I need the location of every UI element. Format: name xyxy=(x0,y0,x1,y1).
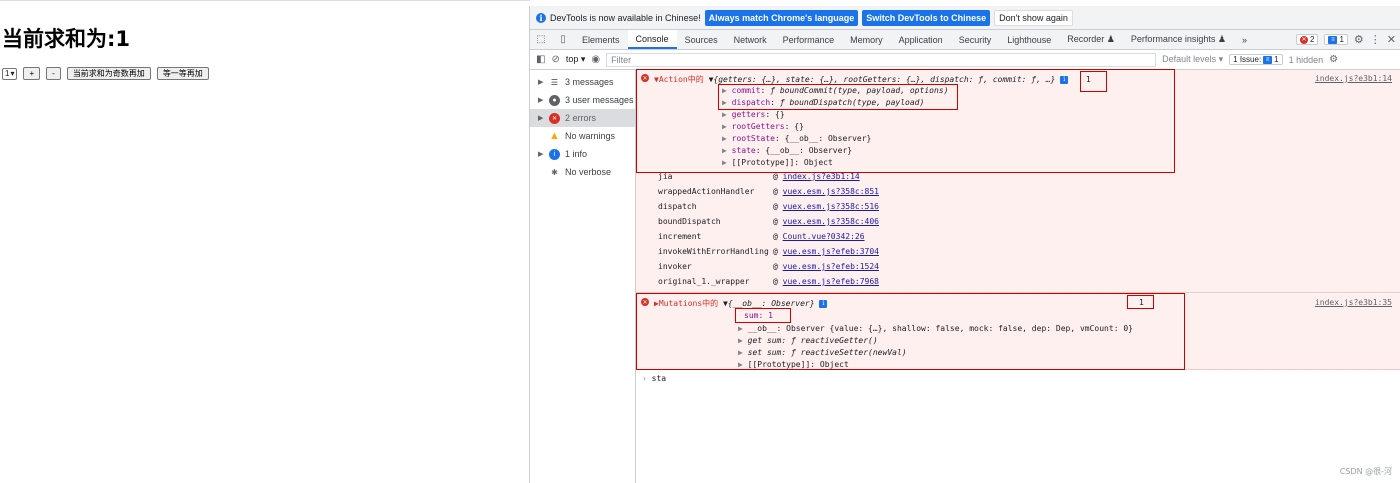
console-input[interactable]: sta xyxy=(652,374,666,383)
source-link[interactable]: index.js?e3b1:14 xyxy=(1315,74,1392,83)
close-icon[interactable]: ✕ xyxy=(1387,33,1396,46)
dont-show-again-button[interactable]: Don't show again xyxy=(994,9,1073,26)
warning-icon: ▲ xyxy=(549,130,560,142)
message-icon: ≡ xyxy=(1328,35,1338,44)
annotation-box-value xyxy=(1127,295,1154,309)
stack-frame: invokeWithErrorHandling @ vue.esm.js?efeb… xyxy=(658,247,879,256)
tab-recorder[interactable]: Recorder ♟ xyxy=(1059,30,1123,49)
infobar-text: DevTools is now available in Chinese! xyxy=(550,12,701,23)
tab-application[interactable]: Application xyxy=(891,30,951,49)
sidebar-item-verbose[interactable]: ✱ No verbose xyxy=(530,163,635,181)
tab-memory[interactable]: Memory xyxy=(842,30,891,49)
expand-arrow-icon: ▶ xyxy=(538,115,544,122)
error-icon: ✕ xyxy=(549,112,560,124)
error-icon: ✕ xyxy=(1300,35,1308,44)
kebab-menu-icon[interactable]: ⋮ xyxy=(1370,33,1381,46)
gear-icon[interactable]: ⚙ xyxy=(1354,33,1364,46)
list-icon: ☰ xyxy=(550,77,559,87)
tab-console[interactable]: Console xyxy=(627,30,677,49)
stack-frame: invoker @ vue.esm.js?efeb:1524 xyxy=(658,262,879,271)
tab-performance[interactable]: Performance xyxy=(775,30,843,49)
expand-arrow-icon: ▶ xyxy=(538,151,544,158)
levels-dropdown[interactable]: Default levels ▾ xyxy=(1162,54,1223,65)
info-icon: i xyxy=(536,12,546,23)
watermark: CSDN @很-河 xyxy=(1339,467,1392,476)
error-count-badge[interactable]: ✕ 2 xyxy=(1296,34,1319,45)
stack-frame: increment @ Count.vue?0342:26 xyxy=(658,232,865,241)
console-error-message-action[interactable]: ✕ ▼Action中的 ▼{getters: {…}, state: {…}, … xyxy=(636,69,1400,293)
tab-lighthouse[interactable]: Lighthouse xyxy=(999,30,1059,49)
sidebar-toggle-icon[interactable]: ◧ xyxy=(536,54,545,65)
clear-console-icon[interactable]: ⊘ xyxy=(551,54,559,65)
stack-frame: dispatch @ vuex.esm.js?358c:516 xyxy=(658,202,879,211)
match-language-button[interactable]: Always match Chrome's language xyxy=(704,9,859,26)
filter-input[interactable]: Filter xyxy=(606,52,1157,67)
annotation-box-value xyxy=(1080,71,1107,92)
issues-button[interactable]: 1 Issue: ≡ 1 xyxy=(1229,54,1283,65)
tab-elements[interactable]: Elements xyxy=(574,30,628,49)
inspect-icon[interactable]: ⬚ xyxy=(530,30,552,49)
console-output: ✕ ▼Action中的 ▼{getters: {…}, state: {…}, … xyxy=(636,69,1400,483)
console-prompt[interactable]: › sta xyxy=(642,374,666,383)
sidebar-item-warnings[interactable]: ▲ No warnings xyxy=(530,127,635,145)
stack-frame: boundDispatch @ vuex.esm.js?358c:406 xyxy=(658,217,879,226)
tabbar-right: ✕ 2 ≡ 1 ⚙ ⋮ ✕ xyxy=(1296,30,1400,49)
device-toggle-icon[interactable]: ▯ xyxy=(552,30,574,49)
tab-network[interactable]: Network xyxy=(726,30,775,49)
stack-frame: jia @ index.js?e3b1:14 xyxy=(658,172,860,181)
sidebar-item-messages[interactable]: ▶ ☰ 3 messages xyxy=(530,73,635,91)
console-toolbar: ◧ ⊘ top ▾ ◉ Filter Default levels ▾ 1 Is… xyxy=(530,50,1400,70)
odd-increment-button[interactable]: 当前求和为奇数再加 xyxy=(66,67,151,80)
app-page: 当前求和为:1 1 ▾ + - 当前求和为奇数再加 等一等再加 xyxy=(0,0,530,483)
expand-arrow-icon: ▶ xyxy=(538,79,544,86)
more-tabs-button[interactable]: » xyxy=(1234,30,1255,49)
sidebar-item-errors[interactable]: ▶ ✕ 2 errors xyxy=(530,109,635,127)
devtools-panel: i DevTools is now available in Chinese! … xyxy=(529,6,1400,483)
console-settings-icon[interactable]: ⚙ xyxy=(1329,54,1338,65)
counter-controls: 1 ▾ + - 当前求和为奇数再加 等一等再加 xyxy=(2,67,209,80)
annotation-box-mutation xyxy=(636,293,1185,370)
devtools-tabbar: ⬚ ▯ Elements Console Sources Network Per… xyxy=(530,30,1400,50)
sum-heading: 当前求和为:1 xyxy=(2,27,131,51)
tab-sources[interactable]: Sources xyxy=(677,30,726,49)
sidebar-item-info[interactable]: ▶ i 1 info xyxy=(530,145,635,163)
annotation-box-commit-dispatch xyxy=(718,84,958,110)
tab-performance-insights[interactable]: Performance insights ♟ xyxy=(1123,30,1234,49)
user-icon: ● xyxy=(549,94,560,106)
wait-increment-button[interactable]: 等一等再加 xyxy=(156,67,209,80)
switch-language-button[interactable]: Switch DevTools to Chinese xyxy=(862,9,991,26)
chevron-down-icon: ▾ xyxy=(10,68,15,78)
source-link[interactable]: index.js?e3b1:35 xyxy=(1315,298,1392,307)
increment-button[interactable]: + xyxy=(23,67,41,80)
console-main: ▶ ☰ 3 messages ▶ ● 3 user messages ▶ ✕ 2… xyxy=(530,69,1400,483)
bug-icon: ✱ xyxy=(551,167,558,177)
context-selector[interactable]: top ▾ xyxy=(566,54,586,65)
info-icon: i xyxy=(549,148,560,160)
stack-frame: wrappedActionHandler @ vuex.esm.js?358c:8… xyxy=(658,187,879,196)
console-sidebar: ▶ ☰ 3 messages ▶ ● 3 user messages ▶ ✕ 2… xyxy=(530,70,636,483)
increment-select[interactable]: 1 ▾ xyxy=(2,67,18,80)
issue-icon: ≡ xyxy=(1263,55,1273,64)
hidden-count: 1 hidden xyxy=(1288,54,1324,65)
stack-frame: original_1._wrapper @ vue.esm.js?efeb:796… xyxy=(658,277,879,286)
annotation-box-sum xyxy=(735,308,791,323)
language-infobar: i DevTools is now available in Chinese! … xyxy=(530,6,1400,30)
prompt-chevron-icon: › xyxy=(642,374,647,383)
console-error-message-mutation[interactable]: ✕ ▶Mutations中的 ▼{__ob__: Observer} i 1 i… xyxy=(636,293,1400,370)
eye-icon[interactable]: ◉ xyxy=(591,54,600,65)
sidebar-item-user-messages[interactable]: ▶ ● 3 user messages xyxy=(530,91,635,109)
decrement-button[interactable]: - xyxy=(46,67,61,80)
expand-arrow-icon: ▶ xyxy=(538,97,544,104)
info-count-badge[interactable]: ≡ 1 xyxy=(1324,34,1348,45)
tab-security[interactable]: Security xyxy=(951,30,1000,49)
